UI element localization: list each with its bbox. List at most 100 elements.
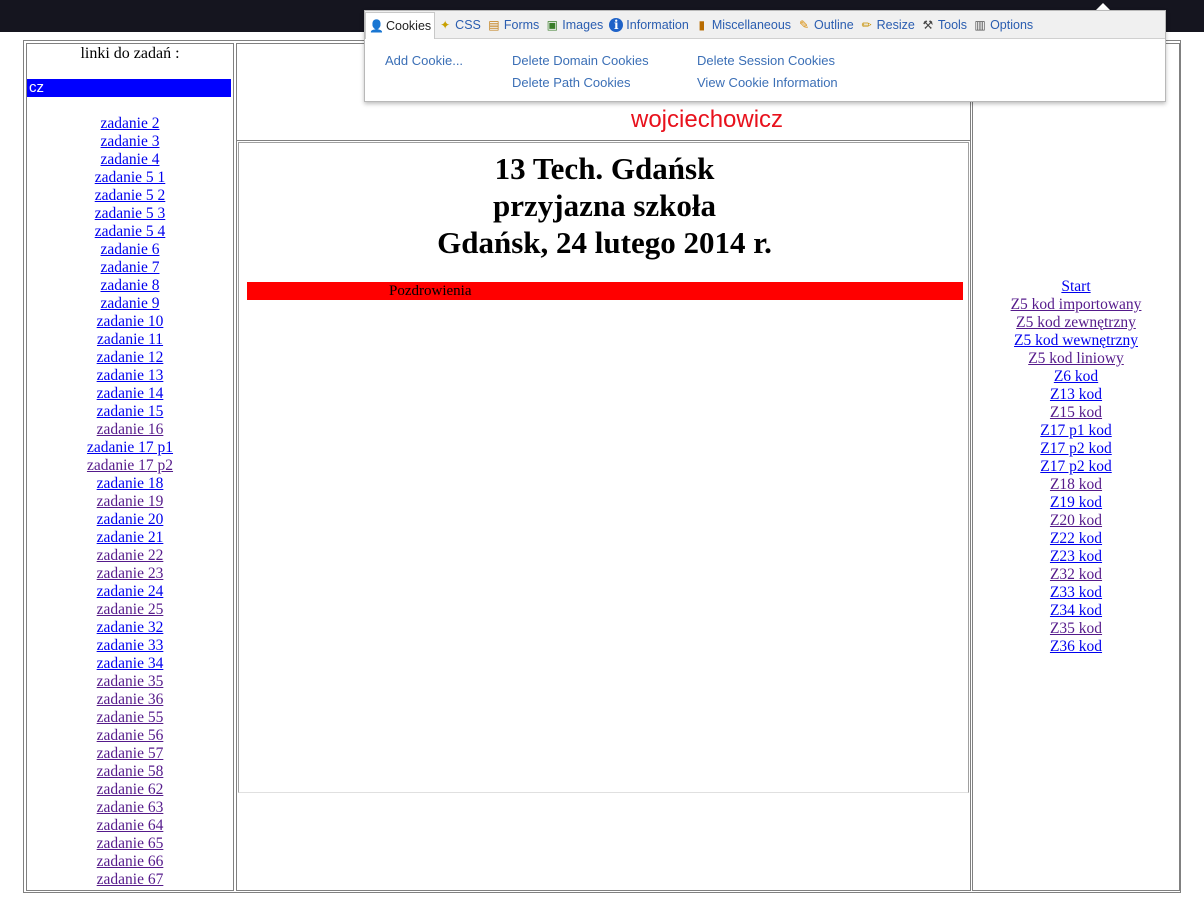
task-link[interactable]: zadanie 18 <box>26 475 234 493</box>
tab-outline[interactable]: ✎ Outline <box>794 12 857 38</box>
code-link[interactable]: Z23 kod <box>972 548 1180 566</box>
code-link[interactable]: Z17 p2 kod <box>972 440 1180 458</box>
ruler-icon: ✏ <box>861 17 872 32</box>
task-link[interactable]: zadanie 9 <box>26 295 234 313</box>
task-link[interactable]: zadanie 67 <box>26 871 234 889</box>
code-link[interactable]: Z5 kod importowany <box>972 296 1180 314</box>
greeting-text: Pozdrowienia <box>389 283 472 299</box>
task-link[interactable]: zadanie 21 <box>26 529 234 547</box>
code-link[interactable]: Z32 kod <box>972 566 1180 584</box>
task-link[interactable]: zadanie 25 <box>26 601 234 619</box>
task-link[interactable]: zadanie 33 <box>26 637 234 655</box>
tab-css[interactable]: ✦ CSS <box>435 12 484 38</box>
task-link[interactable]: zadanie 32 <box>26 619 234 637</box>
heading-line: Gdańsk, 24 lutego 2014 r. <box>437 225 772 260</box>
task-link[interactable]: zadanie 16 <box>26 421 234 439</box>
tab-images[interactable]: ▣ Images <box>542 12 606 38</box>
view-cookie-information-item[interactable]: View Cookie Information <box>697 75 838 90</box>
task-link[interactable]: zadanie 55 <box>26 709 234 727</box>
tab-label: Outline <box>814 17 854 32</box>
task-link[interactable]: zadanie 3 <box>26 133 234 151</box>
task-link[interactable]: zadanie 19 <box>26 493 234 511</box>
task-link[interactable]: zadanie 8 <box>26 277 234 295</box>
toolbar-tabs: 👤 Cookies ✦ CSS ▤ Forms ▣ Images i Information ▮ Mi… <box>365 11 1165 39</box>
code-link[interactable]: Z35 kod <box>972 620 1180 638</box>
task-link[interactable]: zadanie 11 <box>26 331 234 349</box>
code-link[interactable]: Z34 kod <box>972 602 1180 620</box>
tab-label: Forms <box>503 17 540 32</box>
code-link[interactable]: Z15 kod <box>972 404 1180 422</box>
tab-resize[interactable]: ✏ Resize <box>857 12 918 38</box>
tab-information[interactable]: i Information <box>606 12 692 38</box>
code-link[interactable]: Z18 kod <box>972 476 1180 494</box>
tab-forms[interactable]: ▤ Forms <box>484 12 542 38</box>
code-link[interactable]: Z19 kod <box>972 494 1180 512</box>
code-link[interactable]: Z13 kod <box>972 386 1180 404</box>
code-link[interactable]: Z5 kod zewnętrzny <box>972 314 1180 332</box>
task-link[interactable]: zadanie 20 <box>26 511 234 529</box>
task-link[interactable]: zadanie 5 1 <box>26 169 234 187</box>
task-link[interactable]: zadanie 66 <box>26 853 234 871</box>
tab-label: CSS <box>455 17 481 32</box>
task-link[interactable]: zadanie 7 <box>26 259 234 277</box>
task-link[interactable]: zadanie 17 p1 <box>26 439 234 457</box>
task-link[interactable]: zadanie 65 <box>26 835 234 853</box>
add-cookie-item[interactable]: Add Cookie... <box>385 53 463 68</box>
task-link[interactable]: zadanie 62 <box>26 781 234 799</box>
code-link[interactable]: Z5 kod wewnętrzny <box>972 332 1180 350</box>
marquee-bar: cz <box>27 79 231 97</box>
task-link[interactable]: zadanie 17 p2 <box>26 457 234 475</box>
task-link[interactable]: zadanie 22 <box>26 547 234 565</box>
task-link[interactable]: zadanie 35 <box>26 673 234 691</box>
tab-label: Information <box>626 17 689 32</box>
code-link[interactable]: Start <box>972 278 1180 296</box>
task-link[interactable]: zadanie 14 <box>26 385 234 403</box>
tab-label: Cookies <box>386 18 432 33</box>
task-link[interactable]: zadanie 5 3 <box>26 205 234 223</box>
task-link[interactable]: zadanie 24 <box>26 583 234 601</box>
code-link[interactable]: Z6 kod <box>972 368 1180 386</box>
code-link[interactable]: Z36 kod <box>972 638 1180 656</box>
task-link[interactable]: zadanie 56 <box>26 727 234 745</box>
popup-arrow <box>1096 3 1110 10</box>
task-link[interactable]: zadanie 58 <box>26 763 234 781</box>
tab-label: Images <box>562 17 604 32</box>
tab-miscellaneous[interactable]: ▮ Miscellaneous <box>692 12 794 38</box>
delete-domain-cookies-item[interactable]: Delete Domain Cookies <box>512 53 649 68</box>
tab-label: Tools <box>937 17 968 32</box>
task-link[interactable]: zadanie 5 4 <box>26 223 234 241</box>
code-link[interactable]: Z17 p1 kod <box>972 422 1180 440</box>
task-link[interactable]: zadanie 13 <box>26 367 234 385</box>
task-link[interactable]: zadanie 4 <box>26 151 234 169</box>
task-link[interactable]: zadanie 36 <box>26 691 234 709</box>
marquee-text: cz <box>29 79 44 96</box>
left-heading: linki do zadań : <box>80 45 180 62</box>
delete-session-cookies-item[interactable]: Delete Session Cookies <box>697 53 835 68</box>
code-link[interactable]: Z22 kod <box>972 530 1180 548</box>
task-link[interactable]: zadanie 10 <box>26 313 234 331</box>
task-link[interactable]: zadanie 5 2 <box>26 187 234 205</box>
task-link[interactable]: zadanie 34 <box>26 655 234 673</box>
code-link[interactable]: Z20 kod <box>972 512 1180 530</box>
task-link[interactable]: zadanie 6 <box>26 241 234 259</box>
code-link[interactable]: Z33 kod <box>972 584 1180 602</box>
heading-line: przyjazna szkoła <box>492 188 716 223</box>
magic-wand-icon: ✦ <box>440 17 451 32</box>
task-link[interactable]: zadanie 64 <box>26 817 234 835</box>
code-link[interactable]: Z5 kod liniowy <box>972 350 1180 368</box>
task-link[interactable]: zadanie 12 <box>26 349 234 367</box>
tab-options[interactable]: ▥ Options <box>970 12 1036 38</box>
delete-path-cookies-item[interactable]: Delete Path Cookies <box>512 75 631 90</box>
task-link[interactable]: zadanie 15 <box>26 403 234 421</box>
banner-text: wojciechowicz <box>631 106 784 133</box>
code-link[interactable]: Z17 p2 kod <box>972 458 1180 476</box>
task-link[interactable]: zadanie 57 <box>26 745 234 763</box>
greeting-bar: Pozdrowienia <box>247 282 963 300</box>
web-developer-toolbar: 👤 Cookies ✦ CSS ▤ Forms ▣ Images i Information ▮ Mi… <box>364 10 1166 102</box>
task-link[interactable]: zadanie 63 <box>26 799 234 817</box>
tab-tools[interactable]: ⚒ Tools <box>918 12 970 38</box>
tab-cookies[interactable]: 👤 Cookies <box>365 11 436 39</box>
task-link[interactable]: zadanie 23 <box>26 565 234 583</box>
pencil-icon: ✎ <box>799 17 810 32</box>
task-link[interactable]: zadanie 2 <box>26 115 234 133</box>
